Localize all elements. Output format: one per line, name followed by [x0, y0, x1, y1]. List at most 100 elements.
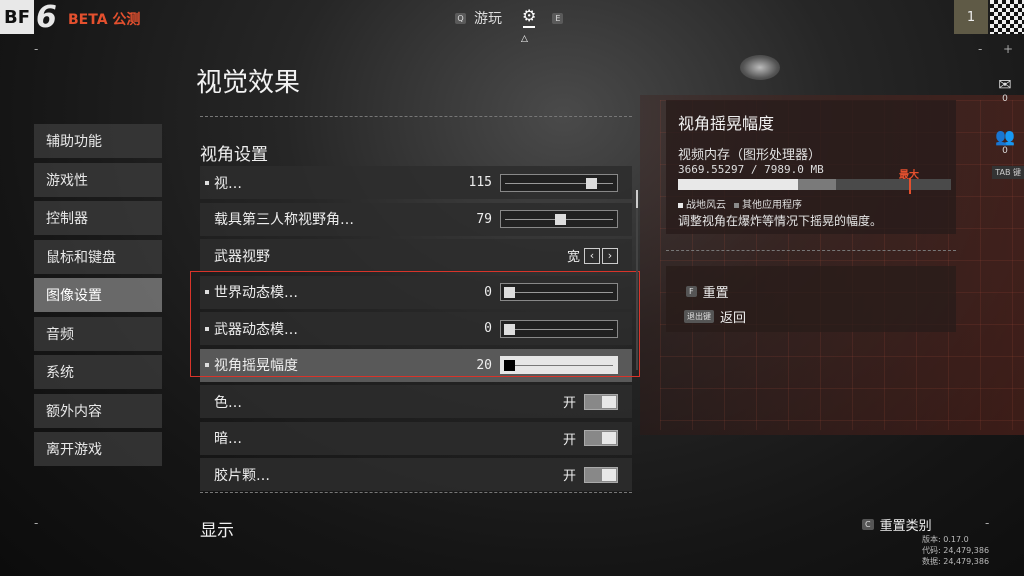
legend-bf: 战地风云: [678, 196, 726, 211]
reset-category-button[interactable]: C 重置类别: [862, 515, 932, 534]
sidebar-item-extra-content[interactable]: 额外内容: [34, 393, 162, 428]
sidebar-item-system[interactable]: 系统: [34, 355, 162, 389]
mail-button[interactable]: ✉ 0: [991, 76, 1019, 105]
logo-number: 6: [36, 0, 57, 35]
settings-list: 视… 115 载具第三人称视野角… 79 武器视野 宽 ‹ › 世界动态模… 0: [200, 166, 632, 495]
friends-count: 0: [1002, 146, 1008, 156]
version-text: 版本: 0.17.0: [922, 535, 969, 544]
setting-label: 视…: [214, 175, 242, 192]
divider: [666, 250, 956, 251]
max-marker: [909, 178, 911, 194]
slider-thumb[interactable]: [504, 287, 515, 298]
setting-label: 暗…: [214, 431, 242, 447]
slider-thumb[interactable]: [586, 177, 598, 189]
rank-badge[interactable]: 1: [954, 0, 988, 34]
toggle-switch[interactable]: [584, 393, 618, 410]
setting-label: 色…: [214, 394, 242, 411]
setting-row-fov[interactable]: 视… 115: [200, 166, 632, 199]
sidebar-item-accessibility[interactable]: 辅助功能: [34, 124, 162, 158]
slider[interactable]: [500, 173, 618, 192]
version-info: 版本: 0.17.0 代码: 24,479,386 数据: 24,479,386: [922, 534, 989, 567]
friends-button[interactable]: 👥 0: [991, 128, 1019, 157]
sidebar-item-gameplay[interactable]: 游戏性: [34, 162, 162, 197]
tab-play[interactable]: 游玩: [474, 8, 502, 28]
slider[interactable]: [500, 283, 618, 301]
vram-legend: 战地风云 其他应用程序: [678, 196, 802, 211]
slider-thumb[interactable]: [504, 360, 515, 371]
corner-mark-icon: -: [978, 42, 983, 56]
slider-thumb[interactable]: [504, 323, 515, 335]
q-key-hint: Q: [455, 12, 466, 24]
sidebar-item-graphics[interactable]: 图像设置: [34, 278, 162, 312]
slider[interactable]: [500, 210, 618, 228]
setting-label: 武器动态模…: [214, 321, 298, 338]
setting-row-color[interactable]: 色… 开: [200, 385, 632, 418]
bullet-icon: [205, 290, 209, 294]
sidebar-item-controller[interactable]: 控制器: [34, 201, 162, 235]
logo-bf: BF: [0, 0, 34, 34]
toggle-switch[interactable]: [584, 430, 618, 446]
esc-key-hint: 退出键: [684, 310, 714, 323]
legend-swatch: [678, 202, 683, 208]
info-title: 视角摇晃幅度: [678, 114, 775, 133]
game-logo: BF 6: [0, 0, 60, 35]
sidebar: 辅助功能 游戏性 控制器 鼠标和键盘 图像设置 音频 系统 额外内容 离开游戏: [34, 124, 162, 471]
setting-row-weapon-fov[interactable]: 武器视野 宽 ‹ ›: [200, 239, 632, 272]
setting-row-vehicle-fov[interactable]: 载具第三人称视野角… 79: [200, 202, 632, 236]
slider-thumb[interactable]: [555, 214, 567, 225]
info-panel: 视角摇晃幅度 视频内存（图形处理器） 3669.55297 / 7989.0 M…: [666, 100, 956, 234]
avatar[interactable]: [990, 0, 1024, 34]
setting-value: 115: [468, 175, 492, 190]
vram-label: 视频内存（图形处理器）: [678, 148, 822, 163]
slider-track: [505, 292, 613, 293]
code-text: 代码: 24,479,386: [922, 546, 990, 555]
bullet-icon: [205, 363, 209, 367]
background-lamp: [740, 55, 780, 80]
mail-count: 0: [1002, 94, 1008, 104]
setting-row-world-motion-blur[interactable]: 世界动态模… 0: [200, 275, 632, 309]
slider-track: [505, 328, 613, 330]
setting-label: 载具第三人称视野角…: [214, 212, 354, 228]
back-button[interactable]: 退出键 返回: [684, 307, 746, 326]
c-key-hint: C: [862, 519, 874, 530]
legend-swatch: [734, 202, 739, 208]
vram-value: 3669.55297 / 7989.0 MB: [678, 163, 824, 176]
top-bar: BF 6 BETA 公测 Q 游玩 ⚙ E △ 1: [0, 0, 1024, 44]
setting-value: 0: [484, 321, 492, 336]
vram-bar-other: [798, 179, 837, 190]
tab-settings[interactable]: ⚙: [522, 8, 536, 28]
setting-row-camera-shake[interactable]: 视角摇晃幅度 20: [200, 348, 632, 382]
sidebar-item-audio[interactable]: 音频: [34, 316, 162, 351]
setting-row-weapon-motion-blur[interactable]: 武器动态模… 0: [200, 312, 632, 345]
toggle-state: 开: [562, 396, 576, 411]
toggle-knob: [602, 395, 616, 408]
triangle-icon: △: [521, 34, 528, 44]
option-selector[interactable]: ‹ ›: [584, 247, 618, 264]
sidebar-item-leave-game[interactable]: 离开游戏: [34, 432, 162, 466]
slider[interactable]: [500, 319, 618, 338]
toggle-knob: [602, 468, 616, 481]
back-label: 返回: [720, 311, 747, 326]
vram-bar-bf: [678, 179, 799, 190]
section-title-display: 显示: [200, 521, 234, 541]
setting-row-vignette[interactable]: 暗… 开: [200, 421, 632, 455]
slider[interactable]: [500, 356, 618, 374]
corner-mark-icon: -: [985, 516, 990, 530]
toggle-state: 开: [562, 432, 576, 448]
setting-label: 胶片颗…: [214, 467, 270, 484]
reset-category-label: 重置类别: [879, 519, 932, 534]
setting-label: 武器视野: [214, 248, 270, 265]
toggle-switch[interactable]: [584, 466, 618, 483]
reset-button[interactable]: F 重置: [686, 282, 729, 301]
chevron-right-icon[interactable]: ›: [602, 247, 618, 264]
setting-row-film-grain[interactable]: 胶片颗… 开: [200, 458, 632, 491]
gear-icon: ⚙: [522, 6, 537, 25]
beta-label: BETA 公测: [68, 12, 141, 28]
scrollbar[interactable]: [636, 190, 638, 370]
legend-other-label: 其他应用程序: [742, 200, 802, 211]
scrollbar-thumb[interactable]: [636, 190, 638, 208]
legend-other: 其他应用程序: [734, 196, 802, 211]
sidebar-item-mouse-keyboard[interactable]: 鼠标和键盘: [34, 239, 162, 274]
chevron-left-icon[interactable]: ‹: [584, 247, 600, 264]
plus-icon: +: [1003, 42, 1014, 56]
